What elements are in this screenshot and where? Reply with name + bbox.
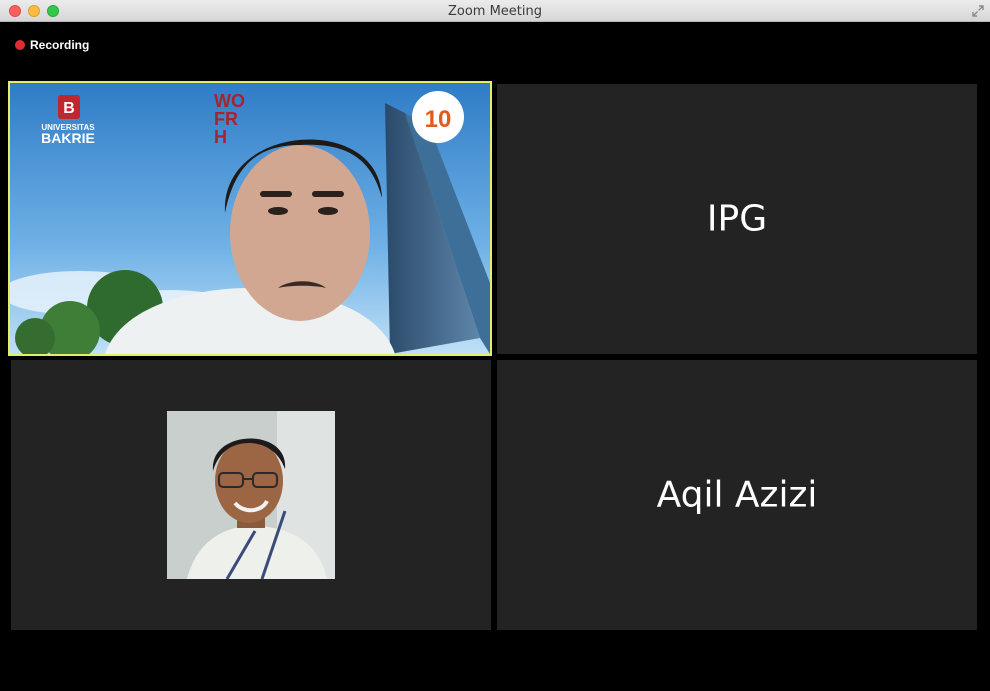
svg-text:B: B bbox=[63, 100, 75, 117]
recording-indicator[interactable]: Recording bbox=[15, 37, 89, 53]
recording-dot-icon bbox=[15, 40, 25, 50]
background-badge-text: 10 bbox=[425, 106, 452, 133]
participant-tile-profile-photo[interactable] bbox=[11, 360, 491, 630]
recording-label: Recording bbox=[30, 38, 90, 52]
fullscreen-icon[interactable] bbox=[971, 4, 985, 18]
participant-name: IPG bbox=[706, 198, 768, 240]
participant-video-tile-active-speaker[interactable]: B UNIVERSITAS BAKRIE WO FR H 10 bbox=[8, 81, 492, 356]
background-banner-line-2: FR bbox=[214, 109, 238, 129]
background-brand-bottom-text: BAKRIE bbox=[41, 130, 95, 146]
participant-tile-ipg[interactable]: IPG bbox=[497, 84, 977, 354]
background-banner-line-1: WO bbox=[214, 91, 245, 111]
title-bar: Zoom Meeting bbox=[0, 0, 990, 22]
participant-name: Aqil Azizi bbox=[656, 474, 818, 516]
participant-avatar-photo bbox=[167, 411, 335, 579]
background-banner-line-3: H bbox=[214, 127, 227, 147]
participant-tile-aqil-azizi[interactable]: Aqil Azizi bbox=[497, 360, 977, 630]
window-title: Zoom Meeting bbox=[447, 4, 543, 19]
participant-video-feed: B UNIVERSITAS BAKRIE WO FR H 10 bbox=[10, 83, 490, 354]
